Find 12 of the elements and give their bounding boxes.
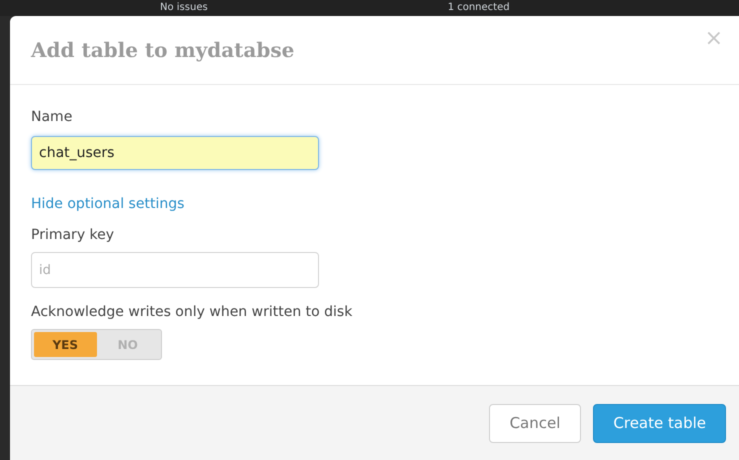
dialog-title: Add table to mydatabse — [31, 37, 294, 64]
toggle-option[interactable]: YES — [34, 332, 96, 357]
field-label: Acknowledge writes only when written to disk — [31, 303, 354, 322]
create-button[interactable]: Create table — [593, 404, 726, 442]
field-label: Name — [31, 108, 74, 127]
status-text: No issues — [160, 3, 208, 13]
name-input[interactable]: chat_users — [31, 136, 319, 170]
field-label: Primary key — [31, 226, 116, 245]
hide-settings-link[interactable]: Hide optional settings — [31, 196, 184, 212]
status-text: 1 connected — [448, 3, 510, 13]
cancel-button[interactable]: Cancel — [488, 404, 582, 442]
primary-key-input[interactable]: id — [31, 252, 319, 288]
